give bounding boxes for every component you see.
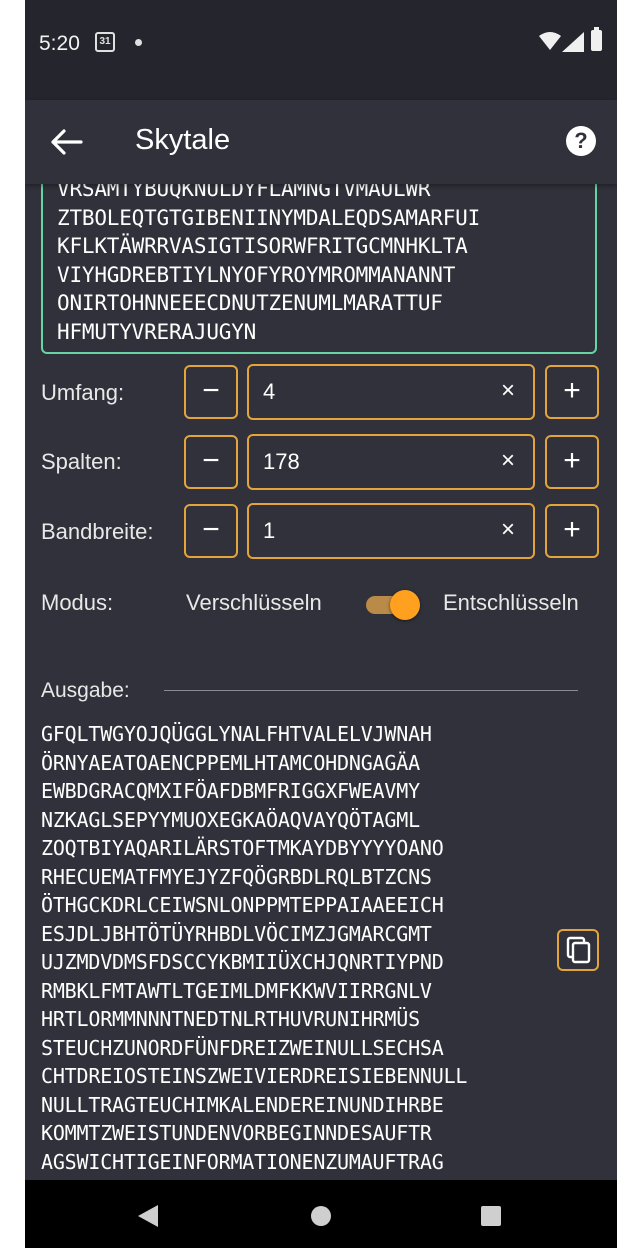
signal-icon: [562, 32, 584, 52]
output-label: Ausgabe:: [41, 679, 130, 702]
bandbreite-clear-icon[interactable]: ×: [501, 516, 515, 544]
output-line: AGSWICHTIGEINFORMATIONENZUMAUFTRAG: [41, 1149, 444, 1174]
input-line: ZTBOLEQTGTGIBENIINYMDALEQDSAMARFUI: [57, 205, 481, 230]
bandbreite-input[interactable]: 1 ×: [247, 503, 535, 559]
mode-label: Modus:: [41, 590, 114, 615]
wifi-icon: [539, 32, 561, 50]
output-line: ÖRNYAEATOAENCPPEMLHTAMCOHDNGAGÄA: [41, 750, 420, 775]
battery-icon: [591, 27, 602, 51]
spalten-value: 178: [263, 449, 300, 474]
main-content: VRSAMTYBUQKNULDYFLAMNGTVMAULWR ZTBOLEQTG…: [25, 184, 617, 1180]
nav-back-icon[interactable]: [138, 1205, 158, 1227]
output-line: EWBDGRACQMXIFÖAFDBMFRIGGXFWEAVMY: [41, 779, 420, 803]
notification-dot-icon: [135, 39, 142, 46]
input-line: VRSAMTYBUQKNULDYFLAMNGTVMAULWR: [57, 184, 431, 201]
bandbreite-label: Bandbreite:: [41, 519, 154, 544]
output-text: GFQLTWGYOJQÜGGLYNALFHTVALELVJWNAH ÖRNYAE…: [41, 720, 571, 1176]
input-line: HFMUTYVRERAJUGYN: [57, 319, 257, 344]
output-line: NZKAGLSEPYYMUOXEGKAÖAQVAYQÖTAGML: [41, 807, 420, 832]
input-line: KFLKTÄWRRVASIGTISORWFRITGCMNHKLTA: [57, 234, 468, 259]
umfang-label: Umfang:: [41, 380, 125, 405]
output-line: GFQLTWGYOJQÜGGLYNALFHTVALELVJWNAH: [41, 722, 432, 746]
spalten-minus-button[interactable]: −: [184, 435, 238, 489]
spalten-plus-button[interactable]: +: [545, 435, 599, 489]
output-line: HRTLORMMNNNTNEDTNLRTHUVRUNIHRMÜS: [41, 1007, 420, 1031]
mode-decrypt-label: Entschlüsseln: [443, 590, 579, 615]
plus-icon: +: [563, 513, 581, 546]
switch-thumb: [390, 590, 420, 620]
umfang-minus-button[interactable]: −: [184, 365, 238, 419]
output-line: ZOQTBIYAQARILÄRSTOFTMKAYDBYYYYOANO: [41, 836, 444, 860]
output-line: RHECUEMATFMYEJYZFQÖGRBDLRQLBTZCNS: [41, 864, 432, 889]
umfang-clear-icon[interactable]: ×: [501, 377, 515, 405]
input-line: VIYHGDREBTIYLNYOFYROYMROMMANANNT: [57, 262, 456, 287]
bandbreite-value: 1: [263, 518, 276, 543]
system-nav-bar: [25, 1180, 617, 1248]
spalten-label: Spalten:: [41, 449, 122, 474]
umfang-plus-button[interactable]: +: [545, 365, 599, 419]
output-line: STEUCHZUNORDFÜNFDREIZWEINULLSECHSA: [41, 1035, 444, 1060]
output-line: ÖTHGCKDRLCEIWSNLONPPMTEPPAIAAEEICH: [41, 893, 444, 917]
spalten-clear-icon[interactable]: ×: [501, 447, 515, 475]
minus-icon: −: [202, 513, 220, 546]
mode-toggle-switch[interactable]: [366, 588, 422, 620]
phone-screen: 5:20 31 Skytale ? VRSAMTYBUQKNULDYFLAMNG…: [25, 0, 617, 1248]
input-text: VRSAMTYBUQKNULDYFLAMNGTVMAULWR ZTBOLEQTG…: [57, 184, 597, 347]
app-bar: Skytale ?: [25, 100, 617, 184]
plus-icon: +: [563, 444, 581, 477]
help-icon[interactable]: ?: [566, 126, 596, 156]
minus-icon: −: [202, 374, 220, 407]
mode-encrypt-label: Verschlüsseln: [186, 590, 322, 615]
copy-icon: [566, 936, 591, 964]
output-line: ESJDLJBHTÖTÜYRHBDLVÖCIMZJGMARCGMT: [41, 921, 432, 946]
bandbreite-plus-button[interactable]: +: [545, 504, 599, 558]
nav-recents-icon[interactable]: [481, 1206, 501, 1226]
status-time: 5:20: [39, 32, 80, 55]
spalten-input[interactable]: 178 ×: [247, 434, 535, 490]
nav-home-icon[interactable]: [311, 1206, 331, 1226]
copy-button[interactable]: [557, 929, 599, 971]
output-line: CHTDREIOSTEINSZWEIVIERDREISIEBENNULL: [41, 1064, 468, 1088]
umfang-input[interactable]: 4 ×: [247, 364, 535, 420]
plus-icon: +: [563, 374, 581, 407]
input-line: ONIRTOHNNEEECDNUTZENUMLMARATTUF: [57, 291, 443, 316]
umfang-value: 4: [263, 379, 276, 404]
output-line: NULLTRAGTEUCHIMKALENDEREINUNDIHRBE: [41, 1092, 444, 1117]
calendar-icon: 31: [95, 32, 115, 52]
output-line: UJZMDVDMSFDSCCYKBMIIÜXCHJQNRTIYPND: [41, 950, 444, 974]
minus-icon: −: [202, 444, 220, 477]
page-title: Skytale: [135, 124, 231, 156]
bandbreite-minus-button[interactable]: −: [184, 504, 238, 558]
status-bar: 5:20 31: [25, 0, 617, 100]
back-arrow-icon[interactable]: [50, 128, 84, 156]
output-line: KOMMTZWEISTUNDENVORBEGINNDESAUFTR: [41, 1121, 432, 1145]
output-line: RMBKLFMTAWTLTGEIMLDMFKKWVIIRRGNLV: [41, 978, 432, 1003]
output-divider: [164, 690, 578, 691]
